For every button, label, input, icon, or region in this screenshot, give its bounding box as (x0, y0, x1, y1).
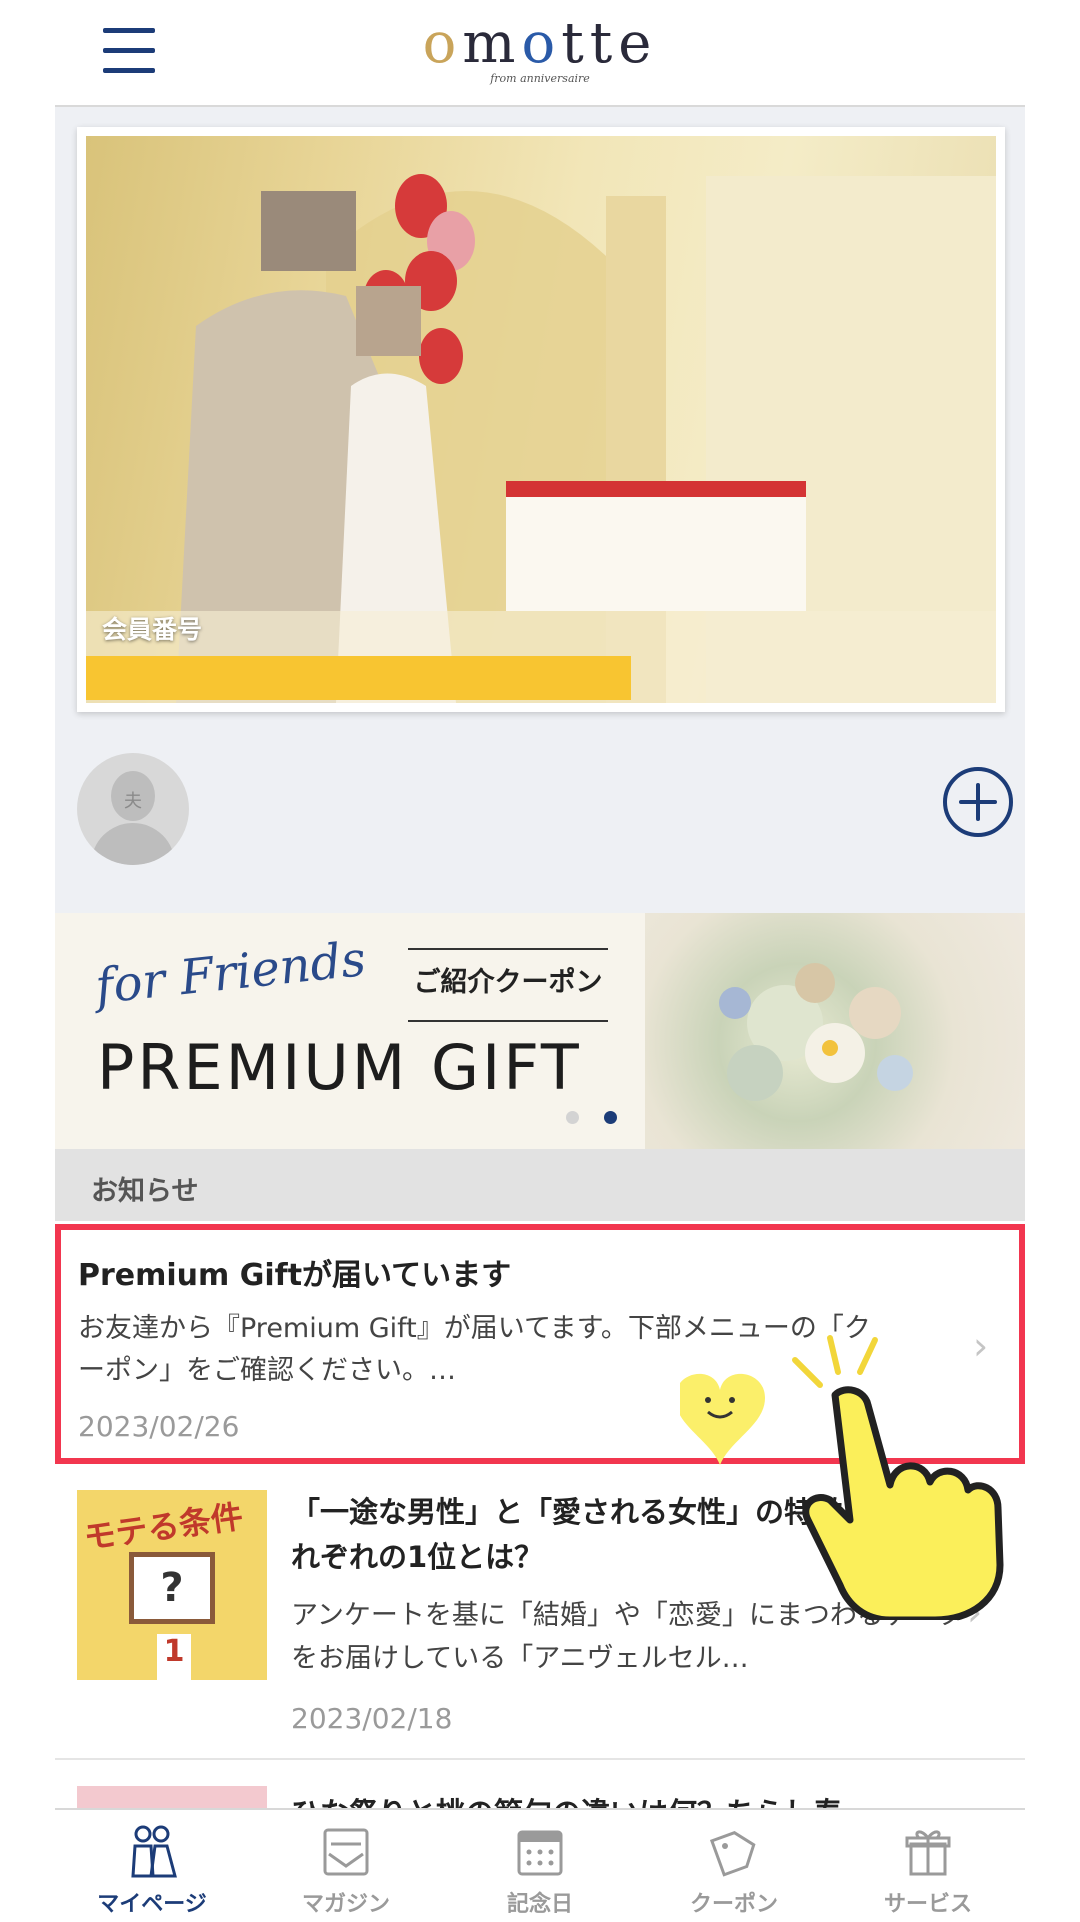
notice-title: Premium Giftが届いています (78, 1258, 512, 1293)
profile-section: 会員番号 夫 (55, 107, 1025, 913)
tab-label: 記念日 (506, 1892, 573, 1917)
couple-photo-card[interactable]: 会員番号 (77, 127, 1005, 712)
notice-date: 2023/02/26 (78, 1410, 240, 1443)
avatar-tag: 夫 (124, 791, 142, 812)
news-icon (323, 1828, 369, 1876)
question-board: ? (129, 1552, 215, 1624)
article-excerpt: アンケートを基に「結婚」や「恋愛」にまつわるデータをお届けしている「アニヴェルセ… (291, 1600, 965, 1674)
member-number-redacted (86, 656, 631, 700)
notices-header: お知らせ (55, 1149, 1025, 1221)
app-header: omotte from anniversaire (55, 0, 1025, 107)
article-thumbnail: モテる条件 ? 1 (77, 1490, 267, 1680)
notices-title: お知らせ (91, 1176, 199, 1207)
tab-service[interactable]: サービス (831, 1810, 1025, 1922)
logo-text: omotte (422, 11, 658, 76)
banner-text-panel: for Friends ご紹介クーポン PREMIUM GIFT (55, 913, 645, 1149)
member-number-label: 会員番号 (102, 615, 203, 644)
spouse-avatar[interactable]: 夫 (77, 753, 189, 865)
wedding-photo-illustration (86, 174, 996, 703)
banner-coupon-label: ご紹介クーポン (408, 948, 608, 1022)
notice-body: お友達から『Premium Gift』が届いてます。下部メニューの「クーポン」を… (78, 1313, 871, 1386)
carousel-dot-1[interactable] (566, 1111, 579, 1124)
app-screen: omotte from anniversaire 会員番号 夫 for Frie… (0, 0, 1080, 1922)
tab-coupon[interactable]: クーポン (637, 1810, 831, 1922)
couple-photo: 会員番号 (86, 136, 996, 703)
premium-gift-banner[interactable]: for Friends ご紹介クーポン PREMIUM GIFT (55, 913, 1025, 1149)
couple-icon (131, 1825, 177, 1878)
tab-label: サービス (883, 1892, 972, 1917)
tab-mypage[interactable]: マイページ (55, 1810, 249, 1922)
calendar-icon (517, 1830, 563, 1876)
chevron-right-icon: › (967, 1590, 983, 1634)
logo-subtitle: from anniversaire (490, 72, 590, 85)
chevron-right-icon: › (973, 1324, 989, 1368)
add-member-button[interactable] (943, 767, 1013, 837)
notice-item[interactable]: Premium Giftが届いています お友達から『Premium Gift』が… (55, 1224, 1025, 1464)
thumbnail-title: モテる条件 (81, 1497, 246, 1557)
tab-label: クーポン (689, 1892, 778, 1917)
coupon-icon (709, 1831, 756, 1877)
gift-icon (905, 1830, 951, 1876)
article-title: 「一途な男性」と「愛される女性」の特徴を調査！それぞれの1位とは？ (291, 1495, 988, 1574)
tab-anniversary[interactable]: 記念日 (443, 1810, 637, 1922)
banner-headline: PREMIUM GIFT (97, 1031, 582, 1104)
tab-magazine[interactable]: マガジン (249, 1810, 443, 1922)
bottom-tab-bar: マイページ マガジン 記念日 クーポン サービス (55, 1808, 1025, 1922)
article-date: 2023/02/18 (291, 1702, 453, 1735)
app-logo: omotte from anniversaire (55, 11, 1025, 86)
bouquet-image (645, 913, 1025, 1149)
first-place-marker: 1 (157, 1634, 191, 1680)
plus-icon (959, 783, 997, 821)
carousel-dot-2[interactable] (604, 1111, 617, 1124)
tab-label: マイページ (97, 1892, 207, 1917)
article-item[interactable]: モテる条件 ? 1 「一途な男性」と「愛される女性」の特徴を調査！それぞれの1位… (55, 1470, 1025, 1760)
banner-script-text: for Friends (92, 930, 369, 1016)
tab-label: マガジン (301, 1892, 390, 1917)
